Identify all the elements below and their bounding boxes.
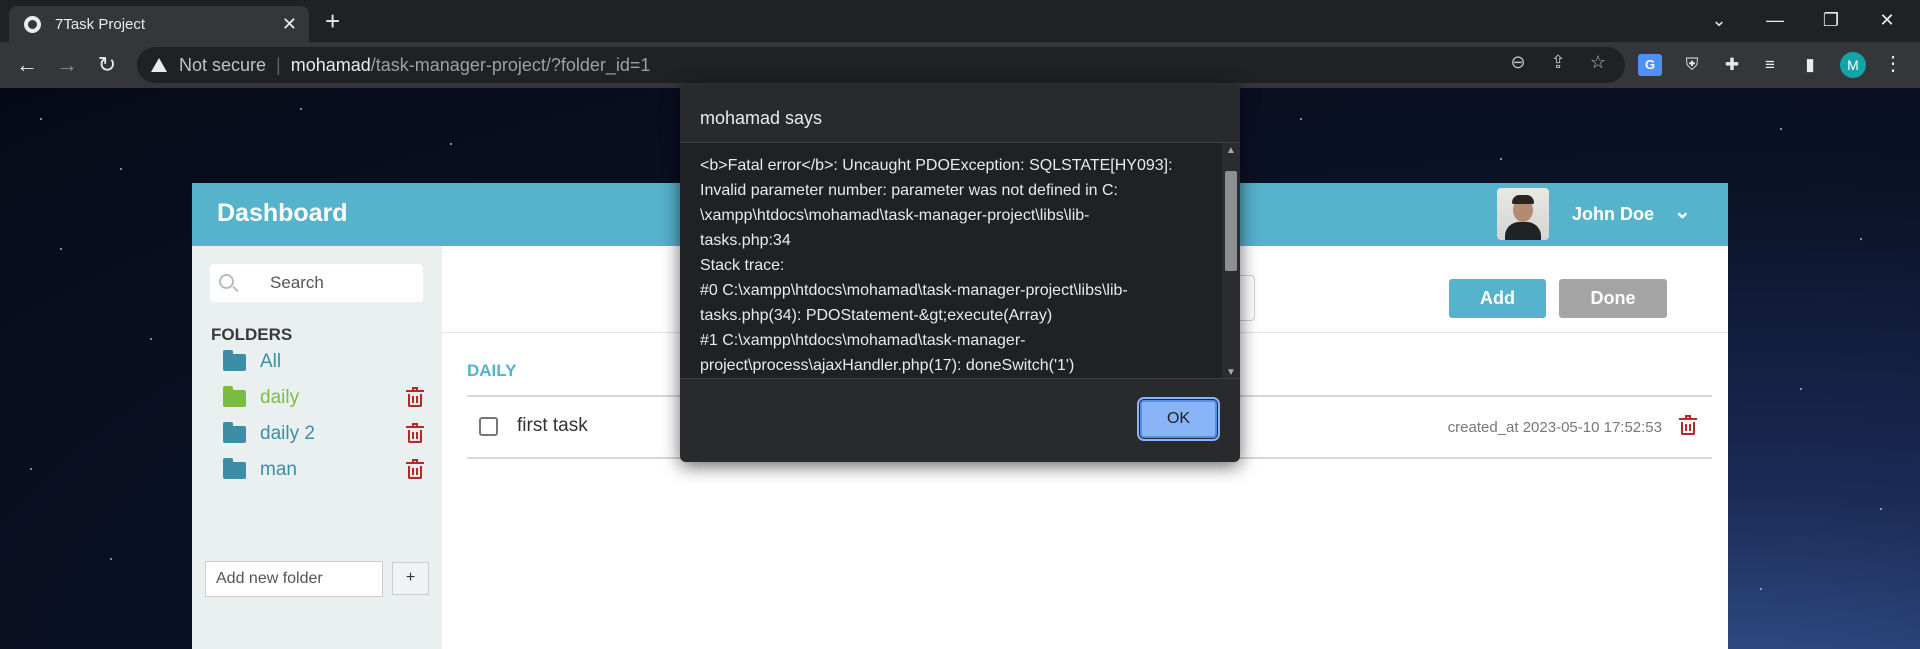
- url-host: mohamad: [290, 54, 371, 75]
- back-icon[interactable]: ←: [12, 50, 42, 80]
- profile-avatar[interactable]: M: [1840, 52, 1866, 78]
- folder-label[interactable]: All: [260, 351, 423, 373]
- chevron-down-icon[interactable]: ⌄: [1674, 199, 1691, 224]
- globe-icon: [24, 15, 41, 33]
- user-avatar: [1497, 188, 1549, 240]
- folder-icon: [223, 421, 246, 443]
- trash-icon[interactable]: [406, 422, 424, 444]
- translate-extension-icon[interactable]: G: [1638, 54, 1662, 76]
- add-folder-input[interactable]: [205, 561, 383, 597]
- sidebar: FOLDERS All daily daily 2 man +: [192, 246, 442, 649]
- folder-label[interactable]: daily: [260, 387, 407, 409]
- browser-tab[interactable]: 7Task Project ✕: [9, 6, 309, 42]
- scroll-thumb[interactable]: [1225, 171, 1237, 271]
- search-input[interactable]: [250, 264, 420, 302]
- minimize-icon[interactable]: —: [1752, 6, 1798, 34]
- sidebar-item-man[interactable]: man: [223, 455, 424, 485]
- sidebar-item-daily-2[interactable]: daily 2: [223, 419, 424, 449]
- side-panel-icon[interactable]: ▮: [1798, 54, 1822, 76]
- folder-icon: [223, 457, 246, 479]
- tab-title: 7Task Project: [55, 15, 146, 33]
- not-secure-label[interactable]: Not secure: [179, 55, 266, 76]
- url-separator: |: [276, 54, 281, 75]
- address-bar[interactable]: Not secure | mohamad /task-manager-proje…: [137, 47, 1625, 83]
- folder-label[interactable]: daily 2: [260, 423, 407, 445]
- close-window-icon[interactable]: ✕: [1864, 6, 1910, 34]
- folder-icon: [223, 349, 246, 371]
- scroll-up-icon[interactable]: ▲: [1226, 145, 1236, 156]
- warning-icon: [151, 58, 167, 72]
- browser-menu-icon[interactable]: ⋮: [1883, 50, 1903, 78]
- user-name[interactable]: John Doe: [1572, 204, 1654, 225]
- task-checkbox[interactable]: [479, 417, 498, 436]
- share-icon[interactable]: ⇪: [1545, 52, 1571, 73]
- zoom-icon[interactable]: ⊖: [1505, 52, 1531, 73]
- tab-search-icon[interactable]: ⌄: [1696, 6, 1742, 34]
- add-folder-button[interactable]: +: [392, 562, 429, 595]
- restore-icon[interactable]: ❐: [1808, 6, 1854, 34]
- new-tab-button[interactable]: +: [325, 6, 340, 36]
- browser-toolbar: ← → ↻ Not secure | mohamad /task-manager…: [0, 42, 1920, 88]
- trash-icon[interactable]: [406, 386, 424, 408]
- media-control-icon[interactable]: ≡: [1758, 54, 1782, 76]
- page-title: Dashboard: [217, 199, 348, 227]
- done-button[interactable]: Done: [1559, 279, 1667, 318]
- bookmark-star-icon[interactable]: ☆: [1585, 52, 1611, 73]
- shield-extension-icon[interactable]: ⛨: [1680, 54, 1704, 76]
- current-folder-heading: DAILY: [467, 361, 517, 380]
- task-title: first task: [517, 415, 588, 436]
- ok-button[interactable]: OK: [1137, 397, 1220, 441]
- trash-icon[interactable]: [1679, 415, 1697, 436]
- alert-dialog: mohamad says <b>Fatal error</b>: Uncaugh…: [680, 84, 1240, 462]
- close-tab-icon[interactable]: ✕: [282, 14, 297, 35]
- trash-icon[interactable]: [406, 458, 424, 480]
- folder-label[interactable]: man: [260, 459, 407, 481]
- sidebar-item-all[interactable]: All: [223, 347, 423, 377]
- search-box: [210, 264, 423, 302]
- reload-icon[interactable]: ↻: [92, 50, 122, 80]
- add-task-button[interactable]: Add: [1449, 279, 1546, 318]
- extensions-puzzle-icon[interactable]: ✚: [1720, 54, 1744, 76]
- folder-icon: [223, 385, 246, 407]
- sidebar-item-daily[interactable]: daily: [223, 383, 424, 413]
- dialog-scrollbar[interactable]: ▲ ▼: [1222, 143, 1240, 378]
- url-path: /task-manager-project/?folder_id=1: [370, 54, 651, 75]
- task-created-at: created_at 2023-05-10 17:52:53: [1447, 419, 1662, 436]
- search-icon: [219, 274, 234, 289]
- dialog-message: <b>Fatal error</b>: Uncaught PDOExceptio…: [700, 157, 1173, 374]
- folders-heading: FOLDERS: [211, 325, 293, 344]
- scroll-down-icon[interactable]: ▼: [1226, 367, 1236, 378]
- browser-tabbar: 7Task Project ✕ + ⌄ — ❐ ✕: [0, 0, 1920, 42]
- dialog-message-area[interactable]: <b>Fatal error</b>: Uncaught PDOExceptio…: [680, 142, 1240, 379]
- dialog-title: mohamad says: [700, 108, 823, 128]
- forward-icon[interactable]: →: [52, 50, 82, 80]
